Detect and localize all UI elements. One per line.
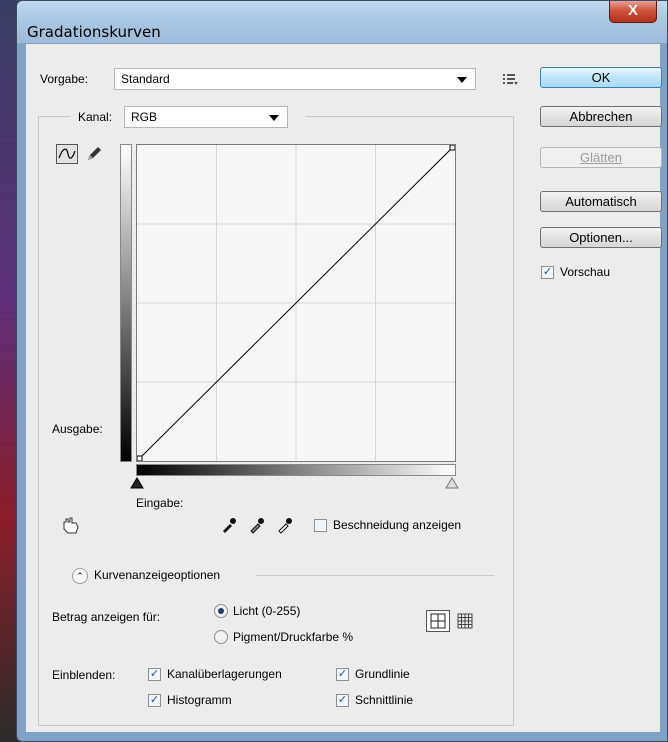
hand-adjust-icon[interactable] xyxy=(60,516,82,536)
window-title: Gradationskurven xyxy=(27,23,161,41)
preview-label: Vorschau xyxy=(560,265,611,279)
dialog-body: Vorgabe: Standard OK Abbrechen Glätten A… xyxy=(25,43,662,733)
grid-10x10-icon[interactable] xyxy=(456,612,474,633)
curves-dialog: Gradationskurven X Vorgabe: Standard OK … xyxy=(16,0,668,742)
light-radio[interactable] xyxy=(214,604,228,618)
collapse-toggle-icon[interactable]: ⌃ xyxy=(72,568,88,584)
channel-value: RGB xyxy=(131,110,158,124)
close-button[interactable]: X xyxy=(609,1,657,23)
chevron-down-icon xyxy=(457,77,467,83)
curve-endpoint-black xyxy=(137,455,143,461)
curve-options-divider xyxy=(256,575,494,576)
channel-overlays-label: Kanalüberlagerungen xyxy=(167,667,282,681)
chevron-down-icon xyxy=(269,115,279,121)
channel-label: Kanal: xyxy=(78,110,113,124)
preset-label: Vorgabe: xyxy=(40,72,89,86)
gray-eyedropper-icon[interactable] xyxy=(248,516,266,537)
title-bar: Gradationskurven X xyxy=(17,1,667,43)
group-top-line-left xyxy=(38,116,70,117)
output-label: Ausgabe: xyxy=(52,422,103,436)
input-gradient-bar xyxy=(136,464,456,476)
baseline-checkbox[interactable]: ✓ xyxy=(336,668,349,681)
ok-button[interactable]: OK xyxy=(540,67,662,88)
intersection-label: Schnittlinie xyxy=(355,693,414,707)
white-point-slider[interactable] xyxy=(445,477,459,492)
auto-button[interactable]: Automatisch xyxy=(540,191,662,212)
preset-value: Standard xyxy=(121,72,170,86)
preset-dropdown[interactable]: Standard xyxy=(114,68,476,90)
curve-endpoint-white xyxy=(449,145,455,151)
clipping-label: Beschneidung anzeigen xyxy=(333,518,462,532)
pencil-icon[interactable] xyxy=(84,144,104,164)
pigment-option-label: Pigment/Druckfarbe % xyxy=(233,630,354,644)
pigment-radio[interactable] xyxy=(214,630,228,644)
black-point-slider[interactable] xyxy=(130,477,144,492)
preset-menu-icon[interactable] xyxy=(500,70,520,88)
curve-point-tool-icon[interactable] xyxy=(56,144,78,164)
input-label: Eingabe: xyxy=(136,496,184,510)
smooth-label: Glätten xyxy=(580,150,622,165)
curve-options-label: Kurvenanzeigeoptionen xyxy=(94,568,221,582)
histogram-checkbox[interactable]: ✓ xyxy=(148,694,161,707)
options-label: Optionen... xyxy=(569,230,633,245)
curve-grid[interactable] xyxy=(136,144,456,462)
white-eyedropper-icon[interactable] xyxy=(276,516,294,537)
grid-4x4-icon[interactable] xyxy=(426,610,450,632)
intersection-checkbox[interactable]: ✓ xyxy=(336,694,349,707)
black-eyedropper-icon[interactable] xyxy=(220,516,238,537)
amount-label: Betrag anzeigen für: xyxy=(52,610,161,624)
light-option-label: Licht (0-255) xyxy=(233,604,301,618)
options-button[interactable]: Optionen... xyxy=(540,227,662,248)
channel-overlays-checkbox[interactable]: ✓ xyxy=(148,668,161,681)
preview-checkbox[interactable]: ✓ xyxy=(541,266,554,279)
cancel-button[interactable]: Abbrechen xyxy=(540,106,662,127)
clipping-checkbox[interactable] xyxy=(314,519,327,532)
group-top-line-right xyxy=(306,116,514,117)
output-gradient-bar xyxy=(120,144,132,462)
smooth-button[interactable]: Glätten xyxy=(540,147,662,168)
baseline-label: Grundlinie xyxy=(355,667,410,681)
show-label: Einblenden: xyxy=(52,668,116,682)
channel-dropdown[interactable]: RGB xyxy=(124,106,288,128)
auto-label: Automatisch xyxy=(565,194,637,209)
histogram-label: Histogramm xyxy=(167,693,232,707)
